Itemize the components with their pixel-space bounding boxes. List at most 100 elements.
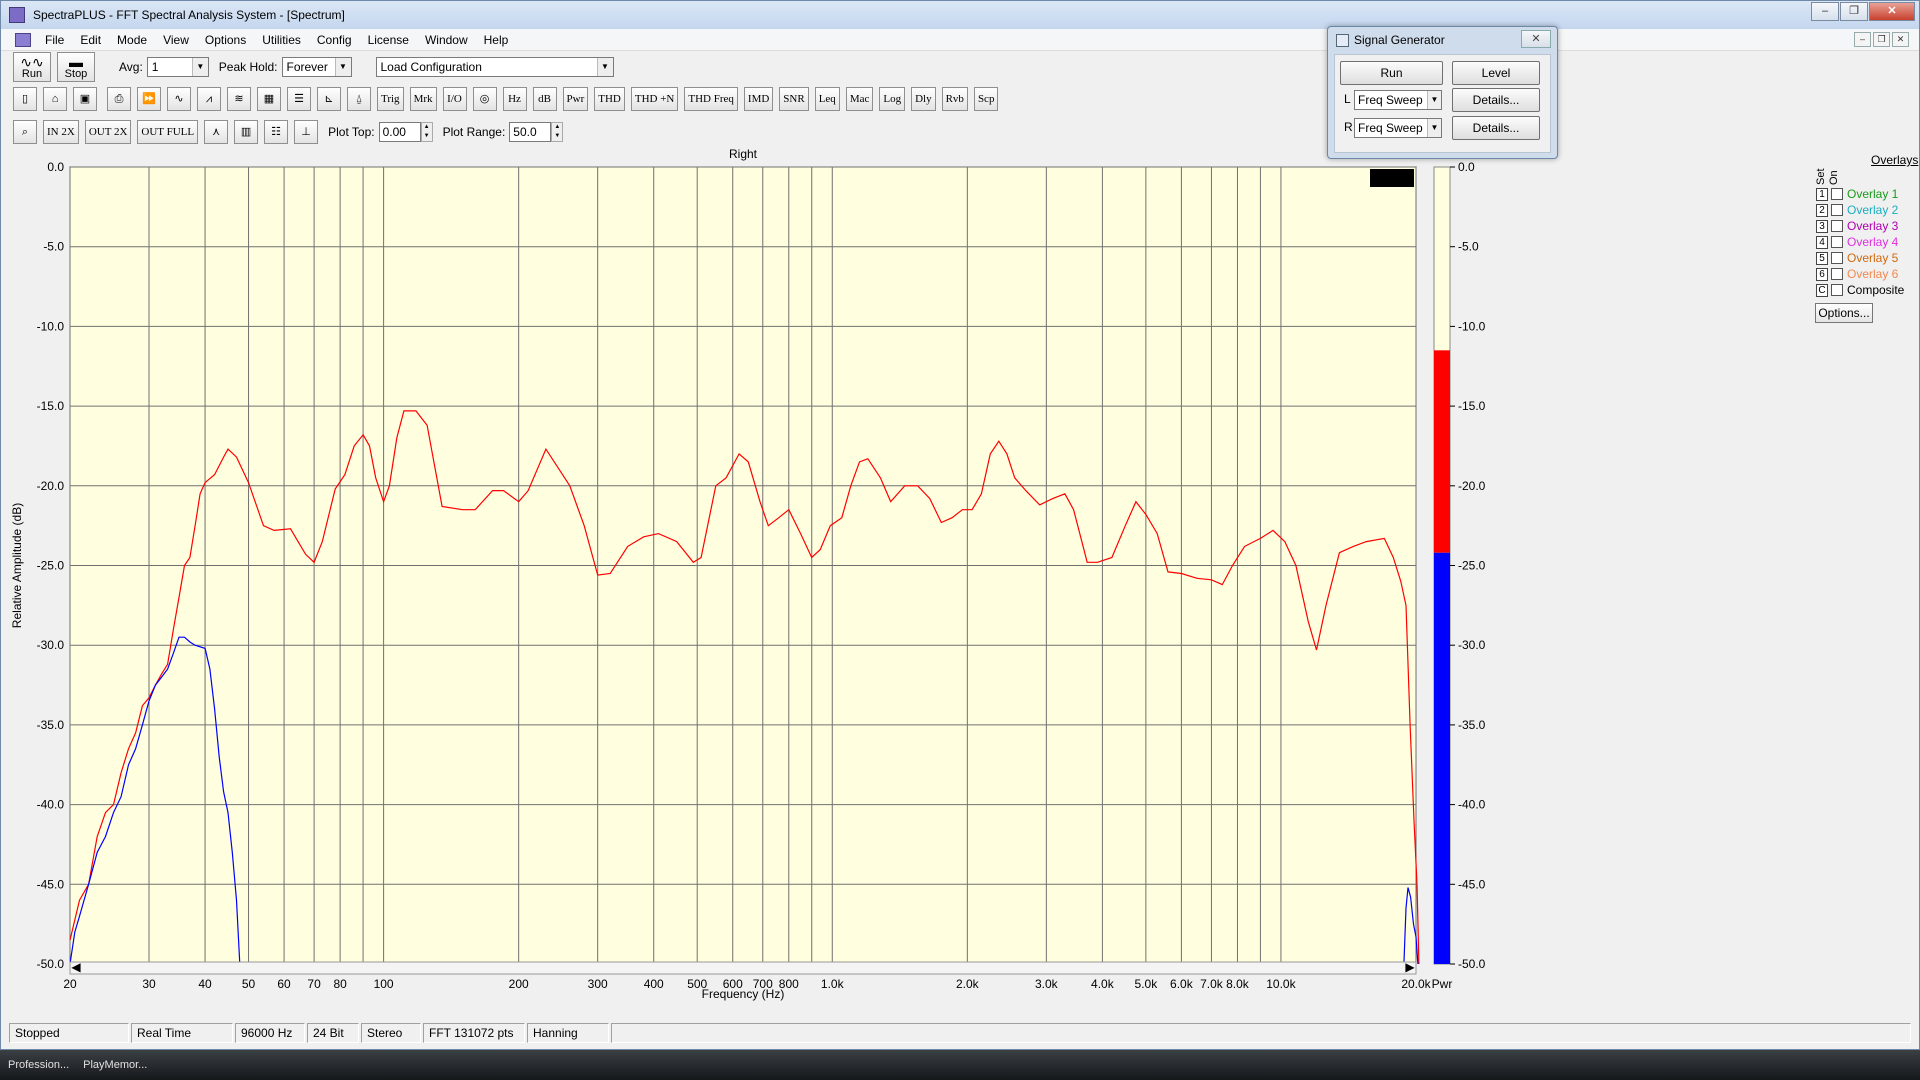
spin-arrows-icon[interactable]: ▲ ▼ — [551, 122, 564, 142]
configuration-select[interactable]: Load Configuration ▼ — [375, 57, 614, 77]
y-tick-label: -5.0 — [43, 240, 64, 254]
right-details-button[interactable]: Details... — [1452, 116, 1540, 140]
axis-button[interactable]: ⊾ — [317, 87, 341, 111]
x-tick-label: 50 — [242, 977, 256, 991]
left-generator-type-select[interactable]: Freq Sweep ▼ — [1354, 90, 1442, 110]
marker-button[interactable]: Mrk — [409, 87, 437, 111]
minimize-button[interactable]: – — [1811, 2, 1839, 21]
overlay-label: Overlay 4 — [1847, 235, 1899, 249]
menu-mode[interactable]: Mode — [109, 29, 155, 51]
peak-hold-select[interactable]: Forever ▼ — [281, 57, 352, 77]
thd-n-button[interactable]: THD +N — [630, 87, 679, 111]
spectrum-plot[interactable]: Right20 30 40 50 60 70 80 100 200 300 400 500 600 700… — [9, 149, 1913, 1021]
thd-freq-button[interactable]: THD Freq — [684, 87, 738, 111]
zoom-in-2x-button[interactable]: IN 2X — [43, 120, 79, 144]
overlay-set-button[interactable]: 1 — [1816, 187, 1828, 201]
spin-arrows-icon[interactable]: ▲ ▼ — [420, 122, 433, 142]
peak-marker-button[interactable]: ⋏ — [204, 120, 229, 144]
overlay-checkbox[interactable] — [1831, 284, 1843, 296]
signal-generator-close-button[interactable]: ✕ — [1521, 30, 1551, 48]
print-button[interactable]: ⎙ — [107, 87, 131, 111]
taskbar-item-playmemories[interactable]: PlayMemor... — [83, 1059, 147, 1071]
mac-button[interactable]: Mac — [845, 87, 874, 111]
menu-utilities[interactable]: Utilities — [254, 29, 309, 51]
y-tick-label: -40.0 — [37, 798, 65, 812]
overlay-checkbox[interactable] — [1831, 204, 1843, 216]
generator-run-button[interactable]: Run — [1340, 61, 1443, 85]
mdi-restore-button[interactable]: ❐ — [1873, 32, 1890, 47]
overlay-set-button[interactable]: C — [1816, 283, 1828, 297]
zoom-button[interactable]: ⌕ — [13, 120, 37, 144]
sawtooth-button[interactable]: ⩘ — [197, 87, 221, 111]
list-view-button[interactable]: ☰ — [287, 87, 311, 111]
zoom-out-2x-button[interactable]: OUT 2X — [84, 120, 132, 144]
scp-button[interactable]: Scp — [973, 87, 999, 111]
avg-select[interactable]: 1 ▼ — [146, 57, 209, 77]
signal-generator-button[interactable]: ◎ — [472, 87, 497, 111]
menu-license[interactable]: License — [360, 29, 417, 51]
leq-button[interactable]: Leq — [814, 87, 840, 111]
menu-edit[interactable]: Edit — [72, 29, 109, 51]
new-file-button[interactable]: ▯ — [13, 87, 37, 111]
generator-level-button[interactable]: Level — [1452, 61, 1540, 85]
window-title: SpectraPLUS - FFT Spectral Analysis Syst… — [33, 8, 345, 22]
menu-help[interactable]: Help — [476, 29, 517, 51]
maximize-button[interactable]: ❐ — [1840, 2, 1868, 21]
peak-button[interactable]: ⍙ — [347, 87, 371, 111]
zoom-out-full-button[interactable]: OUT FULL — [137, 120, 199, 144]
overlay-checkbox[interactable] — [1831, 188, 1843, 200]
overlay-row: 4 Overlay 4 — [1811, 235, 1898, 249]
overlay-checkbox[interactable] — [1831, 236, 1843, 248]
plot-top-input[interactable]: 0.00 ▲ ▼ — [378, 122, 433, 142]
pwr-button[interactable]: Pwr — [562, 87, 589, 111]
left-details-button[interactable]: Details... — [1452, 88, 1540, 112]
imd-button[interactable]: IMD — [743, 87, 774, 111]
bar-graph-button[interactable]: ▥ — [234, 120, 259, 144]
spectrogram-button[interactable]: ≋ — [227, 87, 251, 111]
menu-file[interactable]: File — [37, 29, 72, 51]
scale-button[interactable]: ⊥ — [294, 120, 319, 144]
hz-button[interactable]: Hz — [502, 87, 527, 111]
menu-config[interactable]: Config — [309, 29, 360, 51]
plot-range-input[interactable]: 50.0 ▲ ▼ — [509, 122, 564, 142]
3d-surface-button[interactable]: ▦ — [257, 87, 281, 111]
overlay-options-button[interactable]: Options... — [1815, 303, 1873, 323]
mdi-close-button[interactable]: ✕ — [1892, 32, 1909, 47]
menu-options[interactable]: Options — [197, 29, 254, 51]
overlay-checkbox[interactable] — [1831, 252, 1843, 264]
right-generator-type-select[interactable]: Freq Sweep ▼ — [1354, 118, 1442, 138]
overlay-set-button[interactable]: 6 — [1816, 267, 1828, 281]
overlay-set-button[interactable]: 3 — [1816, 219, 1828, 233]
snr-button[interactable]: SNR — [779, 87, 809, 111]
document-icon[interactable] — [15, 32, 31, 47]
thd-button[interactable]: THD — [594, 87, 625, 111]
open-file-button[interactable]: ⌂ — [43, 87, 67, 111]
db-button[interactable]: dB — [532, 87, 557, 111]
overlay-set-button[interactable]: 4 — [1816, 235, 1828, 249]
trigger-button[interactable]: Trig — [377, 87, 404, 111]
dly-button[interactable]: Dly — [911, 87, 936, 111]
waveform-button[interactable]: ∿ — [167, 87, 191, 111]
x-tick-label: 20 — [63, 977, 77, 991]
level-meter-tick-label: -30.0 — [1458, 638, 1486, 652]
rvb-button[interactable]: Rvb — [941, 87, 968, 111]
close-button[interactable]: ✕ — [1869, 2, 1915, 21]
zoom-toolbar: ⌕ IN 2X OUT 2X OUT FULL ⋏ ▥ ☷ ⊥ Plot Top… — [1, 118, 1919, 146]
menu-view[interactable]: View — [155, 29, 197, 51]
signal-generator-titlebar[interactable]: Signal Generator — [1336, 33, 1445, 47]
run-button[interactable]: ∿∿ Run — [13, 52, 51, 82]
title-bar[interactable]: SpectraPLUS - FFT Spectral Analysis Syst… — [1, 1, 1919, 29]
overlay-set-button[interactable]: 2 — [1816, 203, 1828, 217]
taskbar-item-profession[interactable]: Profession... — [8, 1059, 69, 1071]
overlay-checkbox[interactable] — [1831, 220, 1843, 232]
mdi-minimize-button[interactable]: – — [1854, 32, 1871, 47]
overlay-set-button[interactable]: 5 — [1816, 251, 1828, 265]
fast-forward-button[interactable]: ⏩ — [137, 87, 161, 111]
menu-window[interactable]: Window — [417, 29, 476, 51]
log-button[interactable]: Log — [879, 87, 906, 111]
table-view-button[interactable]: ☷ — [264, 120, 289, 144]
overlay-checkbox[interactable] — [1831, 268, 1843, 280]
io-button[interactable]: I/O — [442, 87, 467, 111]
stop-button[interactable]: ▬ Stop — [57, 52, 95, 82]
save-file-button[interactable]: ▣ — [73, 87, 97, 111]
